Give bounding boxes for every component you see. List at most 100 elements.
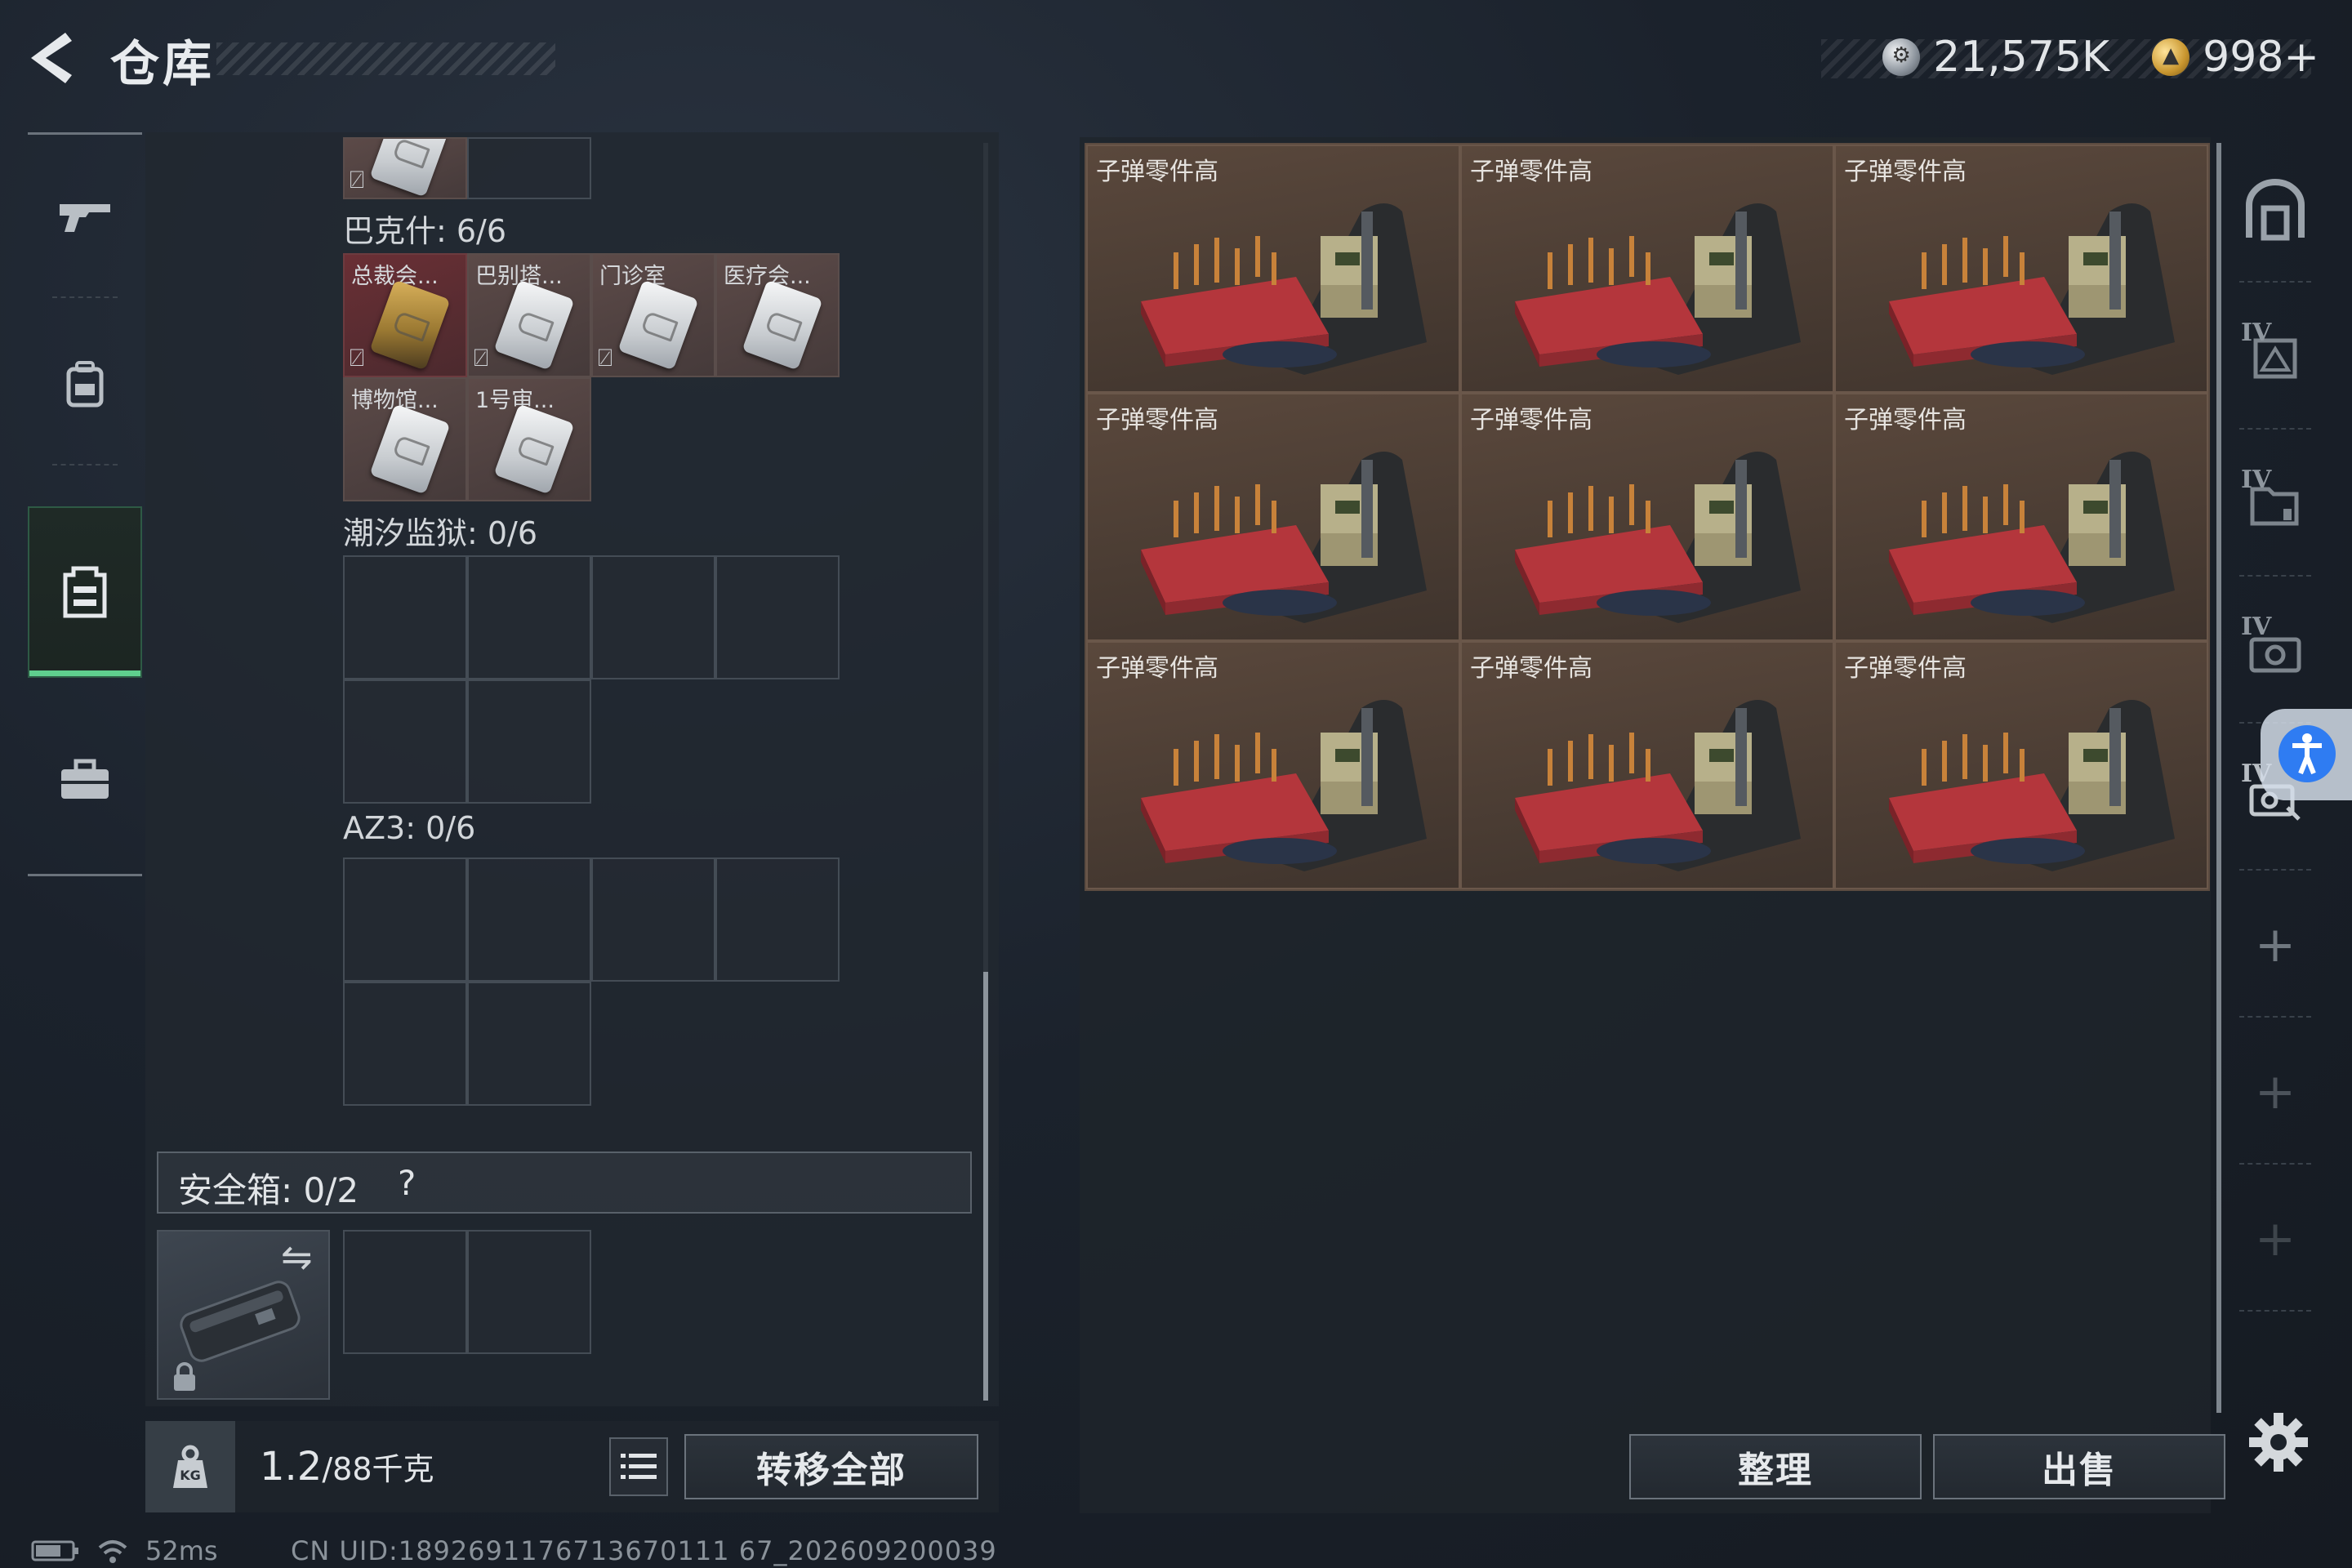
section-title-az3: AZ3: 0/6	[343, 810, 476, 846]
equipment-nav	[28, 132, 142, 876]
empty-slot[interactable]	[467, 982, 591, 1106]
unbound-icon: ⍁	[350, 344, 364, 372]
empty-slot[interactable]	[343, 679, 467, 804]
section-title-bakesh: 巴克什: 6/6	[343, 213, 507, 249]
partial-key-slot[interactable]: ⍁	[343, 137, 467, 199]
top-key-row: ⍁	[343, 137, 591, 199]
empty-slot[interactable]	[467, 858, 591, 982]
unbound-icon: ⍁	[350, 166, 364, 194]
empty-slot[interactable]	[715, 858, 840, 982]
empty-slot[interactable]	[467, 679, 591, 804]
empty-slot[interactable]	[467, 555, 591, 679]
empty-slot[interactable]	[343, 555, 467, 679]
silver-coin-icon: ⚙	[1882, 38, 1921, 76]
add-stash-slot[interactable]: +	[2223, 872, 2328, 1018]
unbound-icon: ⍁	[598, 344, 612, 372]
key-slot[interactable]: 博物馆...	[343, 377, 467, 501]
vest-icon	[63, 566, 107, 618]
stash-item-ammo-parts[interactable]: 子弹零件高	[1086, 393, 1460, 641]
empty-slot[interactable]	[467, 137, 591, 199]
empty-slot[interactable]	[715, 555, 840, 679]
stash-tab-4[interactable]: IV	[2223, 578, 2328, 724]
stash-tab-main[interactable]	[2223, 137, 2328, 283]
gold-amount[interactable]: 998+	[2203, 33, 2319, 82]
safe-box-label: 安全箱: 0/2	[178, 1170, 359, 1210]
bakesh-key-grid: 总裁会... ⍁ 巴别塔... ⍁ 门诊室 ⍁ 医疗会... 博物馆... 1号…	[343, 253, 840, 501]
add-stash-slot[interactable]: +	[2223, 1019, 2328, 1165]
settings-button[interactable]	[2246, 1410, 2311, 1475]
ammo-parts-icon	[1889, 203, 2175, 375]
key-slot[interactable]: 巴别塔... ⍁	[467, 253, 591, 377]
list-view-button[interactable]	[609, 1437, 668, 1496]
briefcase-icon	[61, 759, 109, 799]
stash-item-ammo-parts[interactable]: 子弹零件高	[1834, 145, 2208, 393]
stash-tab-3[interactable]: IV	[2223, 431, 2328, 577]
silver-keycard-icon	[742, 279, 823, 371]
gold-keycard-icon	[369, 279, 451, 371]
backpack-scroll-thumb[interactable]	[983, 972, 988, 1401]
ping-readout: 52ms	[145, 1535, 218, 1566]
stash-item-ammo-parts[interactable]: 子弹零件高	[1834, 641, 2208, 889]
weight-readout: 1.2/88千克	[260, 1444, 434, 1490]
nav-backpack[interactable]	[28, 302, 142, 466]
svg-text:KG: KG	[180, 1468, 201, 1483]
lock-icon	[172, 1362, 198, 1392]
stash-item-ammo-parts[interactable]: 子弹零件高	[1086, 145, 1460, 393]
swap-icon[interactable]: ⇋	[281, 1235, 313, 1279]
stash-scrollbar[interactable]	[2216, 143, 2221, 1413]
list-icon	[621, 1454, 657, 1479]
gear-icon	[2249, 1413, 2308, 1472]
safe-box-help-button[interactable]: ?	[398, 1163, 416, 1203]
key-card-icon	[369, 139, 451, 198]
weight-current: 1.2	[260, 1444, 323, 1490]
stash-item-ammo-parts[interactable]: 子弹零件高	[1086, 641, 1460, 889]
gold-coin-icon: ▲	[2152, 38, 2190, 76]
weight-icon: KG	[173, 1445, 207, 1488]
key-slot[interactable]: 总裁会... ⍁	[343, 253, 467, 377]
empty-slot[interactable]	[343, 982, 467, 1106]
sell-button[interactable]: 出售	[1933, 1434, 2225, 1499]
accessibility-button[interactable]	[2278, 725, 2336, 782]
back-button[interactable]	[24, 29, 82, 87]
plus-icon: +	[2254, 1063, 2296, 1120]
ammo-parts-icon	[1141, 452, 1427, 623]
sort-button[interactable]: 整理	[1629, 1434, 1922, 1499]
accessibility-icon	[2292, 733, 2322, 775]
transfer-all-button[interactable]: 转移全部	[684, 1434, 978, 1499]
section-title-tidal-prison: 潮汐监狱: 0/6	[343, 515, 538, 551]
empty-slot[interactable]	[591, 858, 715, 982]
stash-item-ammo-parts[interactable]: 子弹零件高	[1460, 393, 1834, 641]
add-stash-slot[interactable]: +	[2223, 1166, 2328, 1312]
ammo-parts-icon	[1515, 700, 1801, 871]
plus-icon: +	[2254, 1210, 2296, 1267]
silver-keycard-icon	[493, 279, 575, 371]
empty-slot[interactable]	[343, 858, 467, 982]
page-title: 仓库	[110, 36, 215, 93]
gun-icon	[60, 204, 110, 232]
stash-tab-2[interactable]: IV	[2223, 284, 2328, 430]
stash-item-ammo-parts[interactable]: 子弹零件高	[1460, 641, 1834, 889]
key-slot[interactable]: 医疗会...	[715, 253, 840, 377]
tab-level-label: IV	[2241, 612, 2272, 641]
stash-item-ammo-parts[interactable]: 子弹零件高	[1834, 393, 2208, 641]
empty-slot[interactable]	[591, 555, 715, 679]
weight-icon-box: KG	[145, 1421, 235, 1512]
stash-item-ammo-parts[interactable]: 子弹零件高	[1460, 145, 1834, 393]
nav-weapons[interactable]	[28, 135, 142, 298]
key-slot[interactable]: 门诊室 ⍁	[591, 253, 715, 377]
silver-amount: 21,575K	[1933, 33, 2110, 82]
empty-slot[interactable]	[467, 1230, 591, 1354]
wifi-icon	[98, 1540, 127, 1563]
nav-case[interactable]	[28, 698, 142, 862]
silver-keycard-icon	[369, 403, 451, 495]
empty-slot[interactable]	[343, 1230, 467, 1354]
currency-bar: ⚙ 21,575K ▲ 998+	[1882, 24, 2319, 90]
key-slot[interactable]: 1号审...	[467, 377, 591, 501]
tidal-prison-key-grid	[343, 555, 840, 804]
back-arrow-icon	[31, 33, 72, 83]
silver-keycard-icon	[493, 403, 575, 495]
nav-vest[interactable]	[28, 506, 142, 678]
backpack-icon	[66, 361, 104, 408]
ammo-parts-icon	[1515, 452, 1801, 623]
stash-grid: 子弹零件高 子弹零件高 子弹零件高 子弹零件高 子弹零件高 子弹零件高 子弹零件…	[1085, 143, 2210, 891]
